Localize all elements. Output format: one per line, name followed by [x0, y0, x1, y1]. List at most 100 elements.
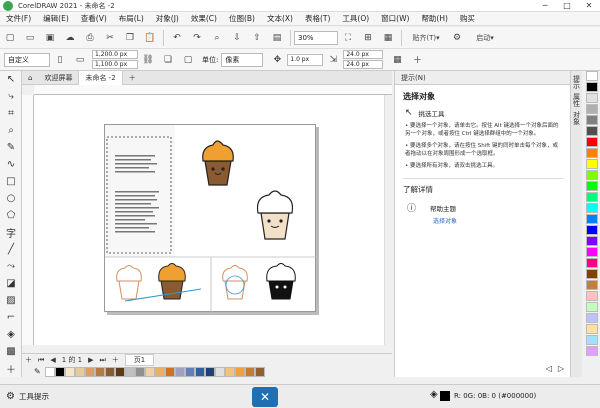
- connector-tool-icon[interactable]: ⤳: [1, 258, 21, 275]
- menu-file[interactable]: 文件(F): [0, 12, 37, 26]
- palette-swatch[interactable]: [94, 366, 105, 377]
- palette-swatch[interactable]: [585, 324, 598, 334]
- pick-tool-icon[interactable]: ↖: [1, 71, 21, 88]
- new-document-icon[interactable]: ▢: [2, 30, 18, 46]
- units-select[interactable]: 像素: [221, 52, 264, 67]
- gear-icon[interactable]: ⚙: [6, 391, 15, 402]
- paste-icon[interactable]: 📋: [142, 30, 158, 46]
- interactive-fill-icon[interactable]: ◈: [1, 326, 21, 343]
- palette-swatch[interactable]: [585, 291, 598, 301]
- landscape-icon[interactable]: ▭: [72, 52, 88, 68]
- palette-swatch[interactable]: [54, 366, 65, 377]
- palette-swatch[interactable]: [204, 366, 215, 377]
- menu-layout[interactable]: 布局(L): [113, 12, 150, 26]
- nudge-input[interactable]: 1.0 px: [287, 53, 324, 66]
- tab-document[interactable]: 未命名 -2: [78, 70, 123, 85]
- page-preset-select[interactable]: 自定义: [4, 52, 50, 67]
- rulers-icon[interactable]: ▦: [380, 30, 396, 46]
- shape-tool-icon[interactable]: ⤷: [1, 88, 21, 105]
- palette-swatch[interactable]: [174, 366, 185, 377]
- palette-swatch[interactable]: [585, 71, 598, 81]
- menu-edit[interactable]: 编辑(E): [37, 12, 75, 26]
- add-page-icon[interactable]: ＋: [25, 355, 32, 365]
- palette-swatch[interactable]: [585, 346, 598, 356]
- close-button[interactable]: ✕: [578, 0, 600, 12]
- palette-swatch[interactable]: [585, 269, 598, 279]
- vertical-ruler[interactable]: [22, 95, 34, 345]
- palette-swatch[interactable]: [164, 366, 175, 377]
- all-pages-icon[interactable]: ❏: [160, 52, 176, 68]
- page-height-input[interactable]: 1,100.0 px: [92, 60, 138, 69]
- add-tool-icon[interactable]: ＋: [1, 360, 21, 377]
- copy-icon[interactable]: ❐: [122, 30, 138, 46]
- palette-swatch[interactable]: [134, 366, 145, 377]
- open-folder-icon[interactable]: ▭: [22, 30, 38, 46]
- menu-buy[interactable]: 购买: [454, 12, 481, 26]
- palette-swatch[interactable]: [124, 366, 135, 377]
- settings-gear-icon[interactable]: ⚙: [449, 30, 465, 46]
- zoom-select[interactable]: 30%: [294, 30, 338, 45]
- palette-swatch[interactable]: [585, 280, 598, 290]
- print-icon[interactable]: ⎙: [82, 30, 98, 46]
- menu-effects[interactable]: 效果(C): [185, 12, 223, 26]
- transparency-icon[interactable]: ▨: [1, 292, 21, 309]
- palette-swatch[interactable]: [585, 181, 598, 191]
- palette-swatch[interactable]: [585, 313, 598, 323]
- palette-swatch[interactable]: [144, 366, 155, 377]
- add-toolbar-icon[interactable]: ＋: [409, 52, 425, 68]
- freehand-tool-icon[interactable]: ✎: [1, 139, 21, 156]
- parallel-dimension-icon[interactable]: ╱: [1, 241, 21, 258]
- duplicate-x-input[interactable]: 24.0 px: [343, 50, 384, 59]
- palette-swatch[interactable]: [84, 366, 95, 377]
- cloud-icon[interactable]: ☁: [62, 30, 78, 46]
- new-tab-icon[interactable]: ＋: [123, 71, 142, 85]
- smart-fill-icon[interactable]: ▩: [1, 343, 21, 360]
- menu-table[interactable]: 表格(T): [299, 12, 336, 26]
- palette-swatch[interactable]: [585, 82, 598, 92]
- menu-text[interactable]: 文本(X): [261, 12, 299, 26]
- drop-shadow-icon[interactable]: ◪: [1, 275, 21, 292]
- palette-swatch[interactable]: [214, 366, 225, 377]
- save-icon[interactable]: ▣: [42, 30, 58, 46]
- docker-tab-hints[interactable]: 提示: [572, 75, 582, 89]
- menu-help[interactable]: 帮助(H): [415, 12, 454, 26]
- polygon-tool-icon[interactable]: ⬠: [1, 207, 21, 224]
- grid-icon[interactable]: ⊞: [360, 30, 376, 46]
- menu-tools[interactable]: 工具(O): [336, 12, 375, 26]
- menu-view[interactable]: 查看(V): [75, 12, 113, 26]
- palette-swatch[interactable]: [74, 366, 85, 377]
- palette-swatch[interactable]: [585, 258, 598, 268]
- palette-swatch[interactable]: [44, 366, 55, 377]
- launch-button[interactable]: 启动 ▾: [469, 30, 501, 46]
- redo-icon[interactable]: ↷: [189, 30, 205, 46]
- palette-swatch[interactable]: [585, 126, 598, 136]
- help-topic-link[interactable]: 选择对象: [433, 216, 570, 225]
- next-page-icon[interactable]: ▶: [88, 356, 93, 364]
- back-icon[interactable]: ◁: [546, 364, 552, 373]
- search-icon[interactable]: ⌕: [209, 30, 225, 46]
- palette-swatch[interactable]: [254, 366, 265, 377]
- palette-swatch[interactable]: [585, 214, 598, 224]
- palette-eyedropper-icon[interactable]: ✎: [34, 367, 41, 376]
- undo-icon[interactable]: ↶: [169, 30, 185, 46]
- menu-window[interactable]: 窗口(W): [375, 12, 415, 26]
- palette-swatch[interactable]: [194, 366, 205, 377]
- forward-icon[interactable]: ▷: [558, 364, 564, 373]
- eyedropper-icon[interactable]: ⌐: [1, 309, 21, 326]
- page-width-input[interactable]: 1,200.0 px: [92, 50, 138, 59]
- palette-swatch[interactable]: [585, 104, 598, 114]
- maximize-button[interactable]: □: [556, 0, 578, 12]
- prev-page-icon[interactable]: ◀: [50, 356, 55, 364]
- current-page-icon[interactable]: ▢: [180, 52, 196, 68]
- palette-swatch[interactable]: [154, 366, 165, 377]
- palette-swatch[interactable]: [585, 335, 598, 345]
- page-tab[interactable]: 页1: [124, 354, 155, 366]
- add-page-end-icon[interactable]: ＋: [112, 355, 119, 365]
- crop-tool-icon[interactable]: ⌗: [1, 105, 21, 122]
- palette-swatch[interactable]: [184, 366, 195, 377]
- palette-swatch[interactable]: [585, 137, 598, 147]
- palette-swatch[interactable]: [585, 115, 598, 125]
- last-page-icon[interactable]: ⏭: [99, 356, 105, 365]
- import-icon[interactable]: ⇩: [229, 30, 245, 46]
- palette-swatch[interactable]: [585, 203, 598, 213]
